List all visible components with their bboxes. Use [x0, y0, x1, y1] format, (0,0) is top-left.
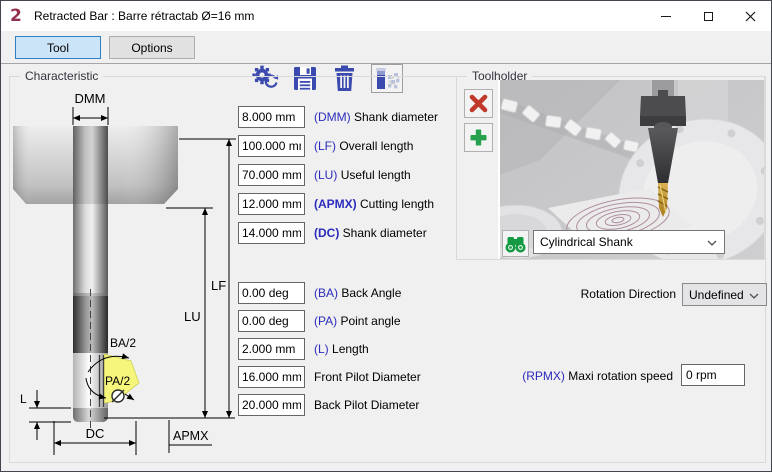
- field-dc-label: (DC) Shank diameter: [314, 226, 427, 240]
- remove-icon: [469, 94, 488, 113]
- field-row-ba: (BA) Back Angle: [238, 282, 401, 304]
- field-dmm-text: Shank diameter: [354, 110, 438, 124]
- field-pa-label: (PA) Point angle: [314, 314, 401, 328]
- field-lu-label: (LU) Useful length: [314, 168, 411, 182]
- field-lu-input[interactable]: [238, 164, 305, 186]
- field-dc-input[interactable]: [238, 222, 305, 244]
- minimize-button[interactable]: [645, 1, 687, 31]
- svg-text:DC: DC: [86, 426, 105, 441]
- field-row-lf: (LF) Overall length: [238, 135, 413, 157]
- field-l-label: (L) Length: [314, 342, 369, 356]
- field-front-pilot-label: Front Pilot Diameter: [314, 370, 421, 384]
- svg-text:LF: LF: [211, 278, 226, 293]
- rpmx-code: (RPMX): [522, 369, 565, 383]
- svg-text:PA/2: PA/2: [105, 374, 130, 388]
- maximize-icon: [704, 12, 713, 21]
- field-row-dc: (DC) Shank diameter: [238, 222, 427, 244]
- field-lf-text: Overall length: [339, 139, 413, 153]
- field-back-pilot-input[interactable]: [238, 394, 305, 416]
- svg-text:DMM: DMM: [74, 91, 105, 106]
- field-ba-text: Back Angle: [341, 286, 401, 300]
- rotation-direction-select[interactable]: Undefined: [682, 283, 767, 306]
- field-pa-text: Point angle: [340, 314, 400, 328]
- minimize-icon: [661, 16, 671, 17]
- field-back-pilot-text: Back Pilot Diameter: [314, 398, 419, 412]
- field-row-back-pilot: Back Pilot Diameter: [238, 394, 419, 416]
- field-ba-input[interactable]: [238, 282, 305, 304]
- field-lf-code: (LF): [314, 139, 336, 153]
- add-toolholder-button[interactable]: [464, 123, 493, 152]
- rotation-direction-value: Undefined: [689, 288, 744, 302]
- field-row-lu: (LU) Useful length: [238, 164, 411, 186]
- field-apmx-code: (APMX): [314, 197, 357, 211]
- field-back-pilot-label: Back Pilot Diameter: [314, 398, 419, 412]
- close-icon: [745, 11, 756, 22]
- shank-type-select[interactable]: Cylindrical Shank: [533, 230, 725, 254]
- field-lu-text: Useful length: [341, 168, 411, 182]
- chevron-down-icon: [749, 293, 759, 299]
- field-ba-label: (BA) Back Angle: [314, 286, 401, 300]
- field-row-front-pilot: Front Pilot Diameter: [238, 366, 421, 388]
- field-row-dmm: (DMM) Shank diameter: [238, 106, 438, 128]
- rpmx-label: (RPMX) Maxi rotation speed: [451, 369, 673, 383]
- toolbar: Tool Options: [1, 31, 771, 64]
- shank-type-value: Cylindrical Shank: [540, 235, 633, 249]
- field-ba-code: (BA): [314, 286, 338, 300]
- tool-diagram: DMM LF LU DC APMX L BA/2 PA/2: [9, 81, 244, 463]
- field-dmm-input[interactable]: [238, 106, 305, 128]
- field-dmm-label: (DMM) Shank diameter: [314, 110, 438, 124]
- add-icon: [469, 128, 488, 147]
- field-apmx-label: (APMX) Cutting length: [314, 197, 434, 211]
- field-apmx-input[interactable]: [238, 193, 305, 215]
- field-lu-code: (LU): [314, 168, 337, 182]
- field-l-text: Length: [332, 342, 369, 356]
- field-l-input[interactable]: [238, 338, 305, 360]
- maximize-button[interactable]: [687, 1, 729, 31]
- svg-text:LU: LU: [184, 309, 201, 324]
- window-title: Retracted Bar : Barre rétractab Ø=16 mm: [34, 9, 254, 23]
- field-front-pilot-input[interactable]: [238, 366, 305, 388]
- close-button[interactable]: [729, 1, 771, 31]
- rpmx-text: Maxi rotation speed: [565, 369, 673, 383]
- chevron-down-icon: [707, 240, 717, 246]
- field-row-l: (L) Length: [238, 338, 369, 360]
- browse-toolholder-button[interactable]: [502, 230, 529, 257]
- field-dc-code: (DC): [314, 226, 339, 240]
- rotation-direction-label: Rotation Direction: [541, 287, 676, 301]
- field-pa-input[interactable]: [238, 310, 305, 332]
- field-dmm-code: (DMM): [314, 110, 351, 124]
- tool-definition-dialog: 2 Retracted Bar : Barre rétractab Ø=16 m…: [0, 0, 772, 472]
- app-logo-icon: 2: [10, 8, 28, 25]
- field-front-pilot-text: Front Pilot Diameter: [314, 370, 421, 384]
- binoculars-icon: [505, 235, 526, 253]
- rpmx-input[interactable]: [681, 364, 745, 386]
- tab-tool[interactable]: Tool: [15, 36, 101, 59]
- field-pa-code: (PA): [314, 314, 337, 328]
- field-l-code: (L): [314, 342, 329, 356]
- svg-text:APMX: APMX: [173, 429, 209, 443]
- field-row-pa: (PA) Point angle: [238, 310, 401, 332]
- field-lf-input[interactable]: [238, 135, 305, 157]
- field-dc-text: Shank diameter: [343, 226, 427, 240]
- field-row-apmx: (APMX) Cutting length: [238, 193, 434, 215]
- title-bar: 2 Retracted Bar : Barre rétractab Ø=16 m…: [1, 1, 771, 31]
- field-apmx-text: Cutting length: [360, 197, 434, 211]
- field-lf-label: (LF) Overall length: [314, 139, 413, 153]
- svg-text:L: L: [20, 392, 27, 406]
- tab-options[interactable]: Options: [109, 36, 195, 59]
- svg-text:BA/2: BA/2: [110, 336, 136, 350]
- remove-toolholder-button[interactable]: [464, 89, 493, 118]
